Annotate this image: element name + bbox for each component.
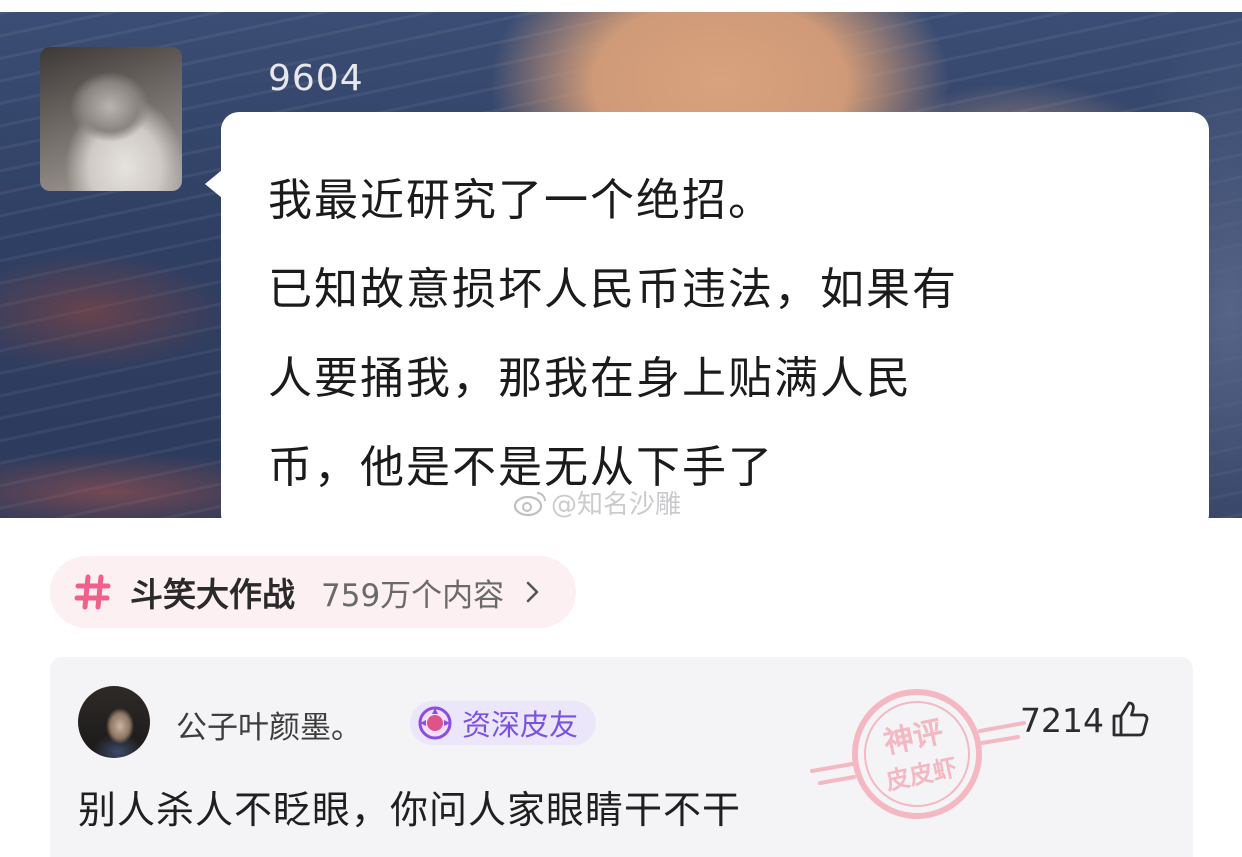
medal-icon xyxy=(418,706,452,740)
comment-card: 公子叶颜墨。 资深皮友 神评 皮皮虾 7214 别人杀人不眨眼，你问人家眼睛干不… xyxy=(50,657,1193,857)
message-line: 已知故意损坏人民币违法，如果有 xyxy=(268,264,958,315)
sender-avatar[interactable] xyxy=(40,47,182,191)
stamp-line: 神评 xyxy=(881,715,947,762)
user-badge[interactable]: 资深皮友 xyxy=(410,701,597,745)
like-count: 7214 xyxy=(1020,701,1104,740)
message-line: 我最近研究了一个绝招。 xyxy=(268,175,774,226)
topic-chip[interactable]: 斗笑大作战 759万个内容 xyxy=(50,556,577,628)
hot-comment-stamp: 神评 皮皮虾 xyxy=(810,689,1026,819)
avatar[interactable] xyxy=(78,686,150,758)
message-bubble: 我最近研究了一个绝招。 已知故意损坏人民币违法，如果有 人要捅我，那我在身上贴满… xyxy=(205,112,1209,518)
chat-screenshot: 9604 我最近研究了一个绝招。 已知故意损坏人民币违法，如果有 人要捅我，那我… xyxy=(0,12,1242,518)
weibo-icon xyxy=(513,491,546,516)
message-line: 币，他是不是无从下手了 xyxy=(268,442,774,493)
message-line: 人要捅我，那我在身上贴满人民 xyxy=(268,353,912,404)
sender-name: 9604 xyxy=(268,58,364,99)
username[interactable]: 公子叶颜墨。 xyxy=(176,702,362,747)
thumbs-up-icon[interactable] xyxy=(1110,699,1150,739)
hash-icon xyxy=(74,574,111,610)
topic-count: 759万个内容 xyxy=(321,577,505,614)
chevron-right-icon xyxy=(526,581,539,603)
topic-name: 斗笑大作战 xyxy=(130,575,295,614)
comment-text: 别人杀人不眨眼，你问人家眼睛干不干 xyxy=(78,788,742,832)
message-text: 我最近研究了一个绝招。 已知故意损坏人民币违法，如果有 人要捅我，那我在身上贴满… xyxy=(268,156,1188,512)
watermark: @知名沙雕 xyxy=(513,484,681,518)
watermark-text: @知名沙雕 xyxy=(551,490,682,518)
badge-text: 资深皮友 xyxy=(462,708,579,742)
